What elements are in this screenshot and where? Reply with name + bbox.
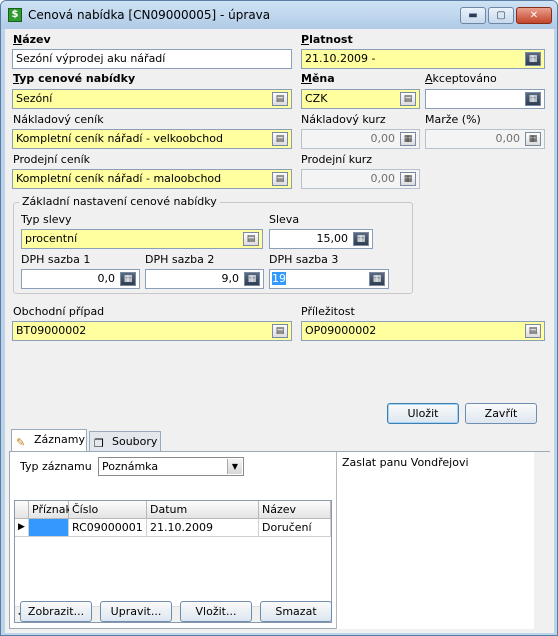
dph1-input[interactable]: 0,0 ▦ — [21, 269, 140, 289]
col-cislo[interactable]: Číslo — [69, 501, 147, 519]
window: $ Cenová nabídka [CN09000005] - úprava ▬… — [0, 0, 558, 636]
delete-button[interactable]: Smazat — [260, 601, 332, 622]
nazev-input[interactable]: Sezóní výprodej aku nářadí — [12, 49, 292, 69]
prilezitost-label: Příležitost — [301, 305, 355, 318]
col-datum[interactable]: Datum — [147, 501, 259, 519]
lookup-icon[interactable]: ▤ — [400, 92, 416, 106]
close-form-button[interactable]: Zavřít — [465, 403, 537, 424]
marze-label: Marže (%) — [425, 113, 481, 126]
prodejni-kurz-input: 0,00 ▦ — [301, 169, 420, 189]
nakladovy-cenik-input[interactable]: Kompletní ceník nářadí - velkoobchod ▤ — [12, 129, 292, 149]
minimize-button[interactable]: ▬ — [460, 7, 486, 24]
maximize-button[interactable]: ▢ — [488, 7, 514, 24]
nazev-label: Název — [13, 33, 51, 46]
note-text[interactable]: Zaslat panu Vondřejovi — [336, 452, 550, 629]
lookup-icon[interactable]: ▤ — [272, 324, 288, 338]
app-icon: $ — [8, 8, 22, 22]
calculator-icon: ▦ — [525, 132, 541, 146]
typ-zaznamu-select[interactable]: Poznámka ▼ — [98, 457, 244, 476]
close-button[interactable]: ✕ — [516, 7, 552, 24]
typ-label: Typ cenové nabídky — [13, 72, 136, 85]
akceptovano-label: Akceptováno — [425, 72, 497, 85]
akceptovano-input[interactable]: ▦ — [425, 89, 545, 109]
lookup-icon[interactable]: ▤ — [272, 92, 288, 106]
lookup-icon[interactable]: ▤ — [525, 324, 541, 338]
calculator-icon[interactable]: ▦ — [120, 272, 136, 286]
nakladovy-kurz-label: Nákladový kurz — [301, 113, 386, 126]
col-nazev[interactable]: Název — [259, 501, 331, 519]
calendar-icon[interactable]: ▦ — [525, 92, 541, 106]
prodejni-kurz-label: Prodejní kurz — [301, 153, 373, 166]
prodejni-cenik-label: Prodejní ceník — [13, 153, 90, 166]
save-button[interactable]: Uložit — [387, 403, 459, 424]
nakladovy-kurz-input: 0,00 ▦ — [301, 129, 420, 149]
insert-button[interactable]: Vložit... — [180, 601, 252, 622]
records-area: ✎ Záznamy ❐ Soubory Typ záznamu Poznámka ▼ … — [5, 427, 554, 633]
typ-input[interactable]: Sezóní ▤ — [12, 89, 292, 109]
table-cell[interactable]: Doručení — [259, 519, 331, 537]
marze-input: 0,00 ▦ — [425, 129, 545, 149]
typ-slevy-input[interactable]: procentní ▤ — [21, 229, 263, 249]
obchodni-pripad-label: Obchodní případ — [13, 305, 105, 318]
dph3-label: DPH sazba 3 — [269, 253, 339, 266]
prilezitost-input[interactable]: OP09000002 ▤ — [301, 321, 545, 341]
note-content: Zaslat panu Vondřejovi — [342, 456, 469, 469]
lookup-icon[interactable]: ▤ — [272, 172, 288, 186]
mena-input[interactable]: CZK ▤ — [301, 89, 420, 109]
platnost-label: Platnost — [301, 33, 353, 46]
records-panel: Typ záznamu Poznámka ▼ Příznak Číslo Datu… — [9, 451, 550, 629]
sleva-label: Sleva — [269, 213, 300, 226]
col-priznak[interactable]: Příznak — [29, 501, 72, 519]
mena-label: Měna — [301, 72, 335, 85]
lookup-icon[interactable]: ▤ — [272, 132, 288, 146]
platnost-input[interactable]: 21.10.2009 - ▦ — [301, 49, 545, 69]
table-cell[interactable]: 21.10.2009 — [147, 519, 259, 537]
vertical-scrollbar[interactable] — [534, 452, 550, 629]
form-panel: Název Sezóní výprodej aku nářadí Platnos… — [5, 29, 554, 427]
row-pointer-icon: ▶ — [15, 519, 29, 537]
tab-zaznamy[interactable]: ✎ Záznamy — [11, 429, 87, 453]
calculator-icon[interactable]: ▦ — [244, 272, 260, 286]
dph2-label: DPH sazba 2 — [145, 253, 215, 266]
tab-soubory[interactable]: ❐ Soubory — [89, 431, 161, 453]
table-cell[interactable]: RC09000001 — [69, 519, 147, 537]
calculator-icon: ▦ — [400, 132, 416, 146]
calendar-icon[interactable]: ▦ — [525, 52, 541, 66]
typ-zaznamu-label: Typ záznamu — [20, 460, 92, 473]
nakladovy-cenik-label: Nákladový ceník — [13, 113, 104, 126]
row-header — [15, 501, 29, 519]
notes-icon: ✎ — [16, 436, 26, 449]
calculator-icon[interactable]: ▦ — [353, 232, 369, 246]
settings-group-title: Základní nastavení cenové nabídky — [19, 195, 220, 208]
obchodni-pripad-input[interactable]: BT09000002 ▤ — [12, 321, 292, 341]
edit-button[interactable]: Upravit... — [100, 601, 172, 622]
dph3-input[interactable]: 19 ▦ — [269, 269, 389, 289]
window-title: Cenová nabídka [CN09000005] - úprava — [28, 8, 271, 22]
prodejni-cenik-input[interactable]: Kompletní ceník nářadí - maloobchod ▤ — [12, 169, 292, 189]
title-bar[interactable]: $ Cenová nabídka [CN09000005] - úprava ▬… — [1, 1, 557, 29]
table-cell[interactable] — [29, 519, 69, 537]
view-button[interactable]: Zobrazit... — [20, 601, 92, 622]
chevron-down-icon: ▼ — [227, 459, 242, 474]
calculator-icon: ▦ — [400, 172, 416, 186]
dph1-label: DPH sazba 1 — [21, 253, 91, 266]
typ-slevy-label: Typ slevy — [21, 213, 72, 226]
dph2-input[interactable]: 9,0 ▦ — [145, 269, 264, 289]
lookup-icon[interactable]: ▤ — [243, 232, 259, 246]
sleva-input[interactable]: 15,00 ▦ — [269, 229, 373, 249]
calculator-icon[interactable]: ▦ — [369, 272, 385, 286]
